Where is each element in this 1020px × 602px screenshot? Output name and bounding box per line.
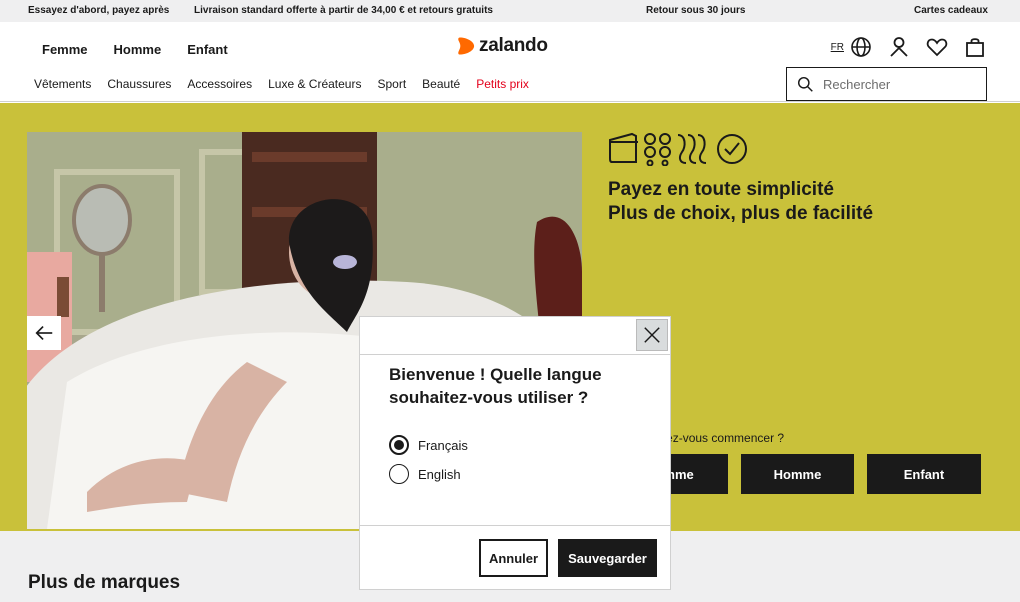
- hero-enfant-button[interactable]: Enfant: [867, 454, 981, 494]
- close-icon: [644, 327, 660, 343]
- cat-accessoires[interactable]: Accessoires: [187, 77, 252, 91]
- language-option-francais[interactable]: Français: [389, 435, 468, 455]
- save-button[interactable]: Sauvegarder: [558, 539, 657, 577]
- cat-chaussures[interactable]: Chaussures: [107, 77, 171, 91]
- hero-title-line2: Plus de choix, plus de facilité: [608, 203, 874, 224]
- search-icon: [797, 76, 813, 92]
- dialog-title: Bienvenue ! Quelle langue souhaitez-vous…: [389, 365, 602, 407]
- cat-vetements[interactable]: Vêtements: [34, 77, 91, 91]
- promo-gift-cards[interactable]: Cartes cadeaux: [914, 5, 988, 16]
- cancel-button[interactable]: Annuler: [479, 539, 548, 577]
- arrow-left-icon: [35, 325, 53, 341]
- cat-petits-prix[interactable]: Petits prix: [476, 77, 529, 91]
- wishlist-heart-icon[interactable]: [925, 35, 949, 59]
- nav-femme[interactable]: Femme: [42, 42, 88, 57]
- language-label-francais: Français: [418, 437, 468, 453]
- logo-text: zalando: [479, 35, 548, 56]
- site-header: Femme Homme Enfant zalando FR Vêtements …: [0, 22, 1020, 102]
- zalando-logo[interactable]: zalando: [457, 35, 548, 57]
- dialog-footer: Annuler Sauvegarder: [360, 525, 670, 590]
- hero-homme-button[interactable]: Homme: [741, 454, 854, 494]
- radio-francais[interactable]: [389, 435, 409, 455]
- search-input[interactable]: [823, 76, 973, 92]
- radio-english[interactable]: [389, 464, 409, 484]
- language-label-english: English: [418, 466, 461, 482]
- brands-heading: Plus de marques: [28, 572, 181, 593]
- payment-options-icons: [609, 132, 747, 166]
- shopping-bag-icon[interactable]: [963, 35, 987, 59]
- language-option-english[interactable]: English: [389, 464, 461, 484]
- dialog-header: [360, 317, 670, 355]
- promo-free-delivery[interactable]: Livraison standard offerte à partir de 3…: [194, 5, 493, 16]
- hero-title: Payez en toute simplicité Plus de choix,…: [608, 178, 873, 226]
- language-dialog: Bienvenue ! Quelle langue souhaitez-vous…: [359, 316, 671, 590]
- search-box[interactable]: [786, 67, 987, 101]
- category-nav: Vêtements Chaussures Accessoires Luxe & …: [34, 77, 529, 91]
- header-icons: FR: [831, 35, 987, 59]
- cat-luxe-createurs[interactable]: Luxe & Créateurs: [268, 77, 361, 91]
- globe-icon[interactable]: [849, 35, 873, 59]
- nav-homme[interactable]: Homme: [114, 42, 162, 57]
- promo-returns[interactable]: Retour sous 30 jours: [646, 5, 745, 16]
- logo-mark-icon: [458, 37, 475, 55]
- cat-sport[interactable]: Sport: [377, 77, 406, 91]
- promo-try-first[interactable]: Essayez d'abord, payez après: [28, 5, 169, 16]
- gender-nav: Femme Homme Enfant: [42, 42, 228, 57]
- close-button[interactable]: [636, 319, 668, 351]
- promo-bar: Essayez d'abord, payez après Livraison s…: [0, 0, 1020, 22]
- cat-beaute[interactable]: Beauté: [422, 77, 460, 91]
- carousel-prev-button[interactable]: [27, 316, 61, 350]
- nav-enfant[interactable]: Enfant: [187, 42, 227, 57]
- account-icon[interactable]: [887, 35, 911, 59]
- hero-title-line1: Payez en toute simplicité: [608, 179, 834, 200]
- language-code[interactable]: FR: [831, 42, 844, 53]
